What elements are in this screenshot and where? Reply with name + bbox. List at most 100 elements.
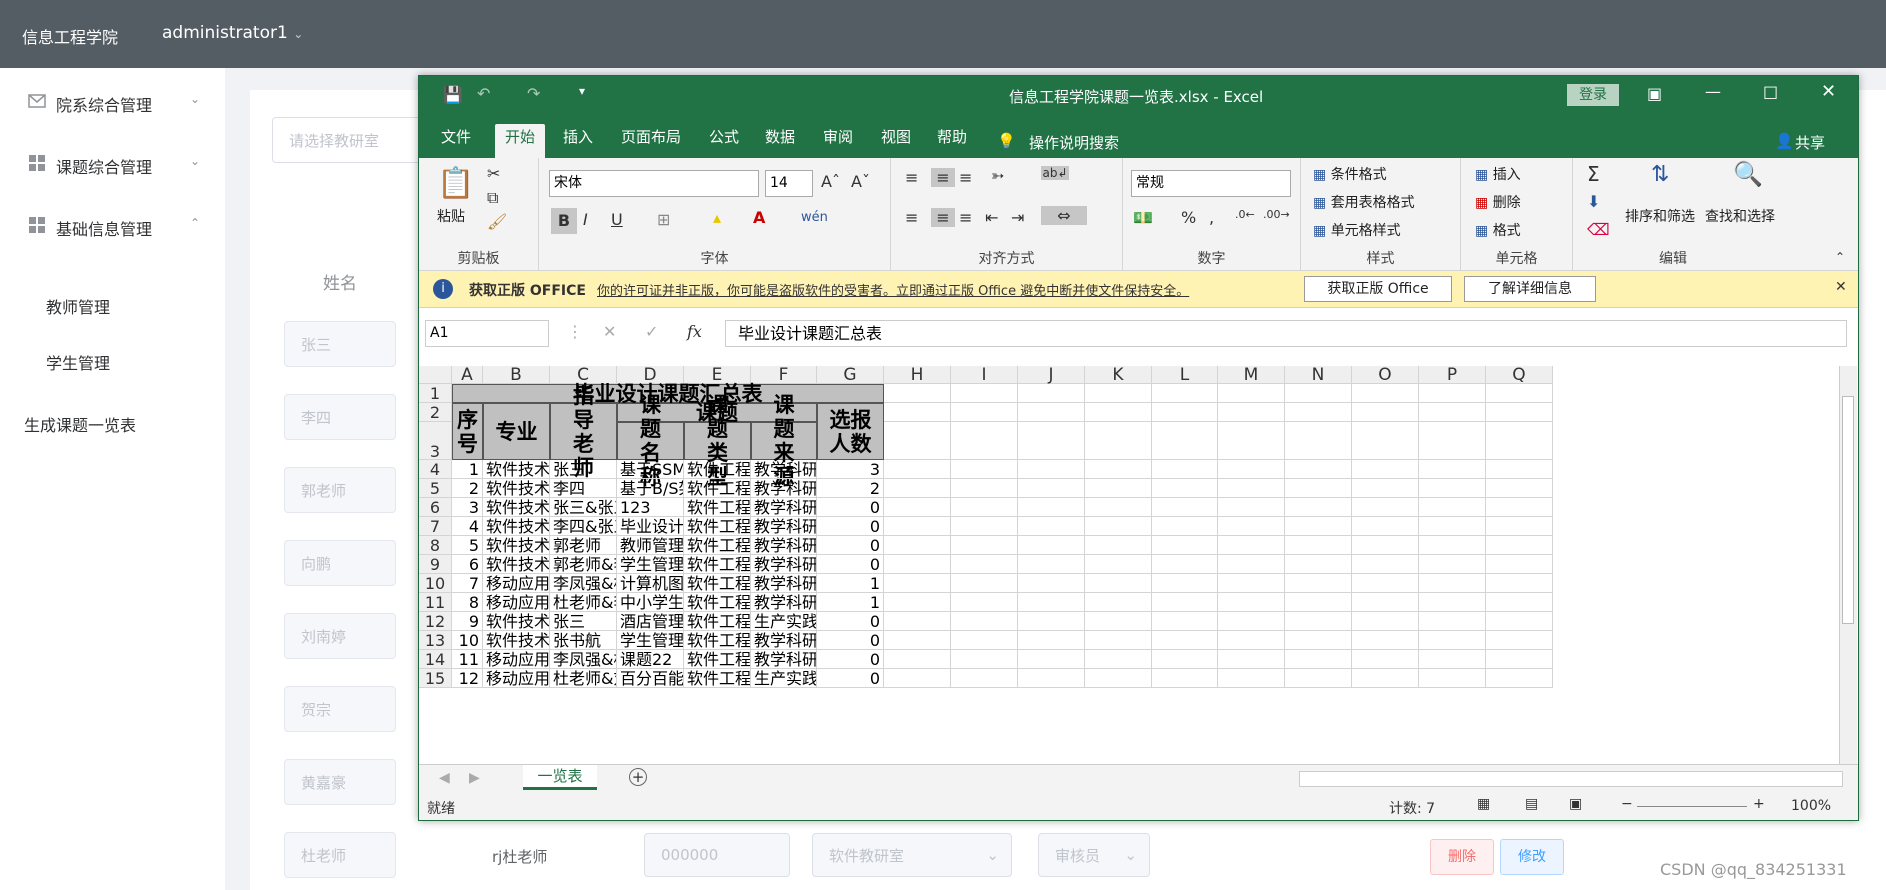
table-cell[interactable]: 百分百能力 <box>617 669 684 688</box>
column-header-L[interactable]: L <box>1152 366 1218 384</box>
row-header-9[interactable]: 9 <box>419 555 452 574</box>
row-header-4[interactable]: 4 <box>419 460 452 479</box>
empty-cell[interactable] <box>951 612 1018 631</box>
decrease-font-icon[interactable]: Aˇ <box>851 172 870 191</box>
role-field[interactable]: 审核员 ⌄ <box>1038 833 1150 877</box>
table-cell[interactable]: 123 <box>617 498 684 517</box>
empty-cell[interactable] <box>951 384 1018 403</box>
table-cell[interactable]: 3 <box>817 460 884 479</box>
vertical-scroll-thumb[interactable] <box>1842 396 1854 624</box>
table-cell[interactable]: 软件技术, <box>483 498 550 517</box>
sidebar-item-generate-list[interactable]: 生成课题一览表 <box>24 412 136 436</box>
empty-cell[interactable] <box>1419 498 1486 517</box>
increase-font-icon[interactable]: Aˆ <box>821 172 840 191</box>
sort-filter-icon[interactable]: ⇅ <box>1651 162 1669 187</box>
empty-cell[interactable] <box>884 517 951 536</box>
empty-cell[interactable] <box>1352 517 1419 536</box>
align-top-icon[interactable]: ≡ <box>905 168 918 187</box>
empty-cell[interactable] <box>1352 650 1419 669</box>
empty-cell[interactable] <box>1486 460 1553 479</box>
empty-cell[interactable] <box>1218 403 1285 422</box>
phone-field[interactable]: 000000 <box>644 833 790 877</box>
empty-cell[interactable] <box>1285 460 1352 479</box>
empty-cell[interactable] <box>1419 574 1486 593</box>
empty-cell[interactable] <box>1419 479 1486 498</box>
empty-cell[interactable] <box>1486 593 1553 612</box>
comma-icon[interactable]: , <box>1209 208 1214 227</box>
empty-cell[interactable] <box>884 669 951 688</box>
table-cell[interactable]: 郭老师&李 <box>550 555 617 574</box>
column-header-G[interactable]: G <box>817 366 884 384</box>
edit-button[interactable]: 修改 <box>1500 839 1564 875</box>
header-topic-source-cell[interactable]: 课题来源 <box>751 393 817 489</box>
column-header-N[interactable]: N <box>1285 366 1352 384</box>
table-cell[interactable]: 8 <box>452 593 483 612</box>
empty-cell[interactable] <box>1285 555 1352 574</box>
row-header-15[interactable]: 15 <box>419 669 452 688</box>
empty-cell[interactable] <box>1085 479 1152 498</box>
empty-cell[interactable] <box>1152 536 1218 555</box>
close-warning-icon[interactable]: ✕ <box>1835 279 1847 295</box>
paste-icon[interactable]: 📋 <box>437 166 474 201</box>
format-painter-icon[interactable]: 🖌 <box>487 212 507 231</box>
empty-cell[interactable] <box>951 555 1018 574</box>
table-cell[interactable]: 软件工程 <box>684 517 751 536</box>
cell-styles-button[interactable]: ▦ 单元格样式 <box>1313 220 1401 240</box>
empty-cell[interactable] <box>951 650 1018 669</box>
learn-more-button[interactable]: 了解详细信息 <box>1464 276 1596 302</box>
table-cell[interactable]: 11 <box>452 650 483 669</box>
header-major-cell[interactable]: 专业 <box>483 403 550 460</box>
empty-cell[interactable] <box>884 612 951 631</box>
next-sheet-icon[interactable]: ▶ <box>469 770 480 786</box>
name-field[interactable]: 贺宗 <box>284 686 396 732</box>
horizontal-scrollbar[interactable] <box>1299 771 1843 787</box>
formula-input[interactable]: 毕业设计课题汇总表 <box>725 320 1847 347</box>
currency-icon[interactable]: 💵 <box>1133 208 1153 227</box>
fill-color-icon[interactable]: ▴ <box>713 208 721 227</box>
empty-cell[interactable] <box>884 498 951 517</box>
empty-cell[interactable] <box>1352 574 1419 593</box>
empty-cell[interactable] <box>884 460 951 479</box>
empty-cell[interactable] <box>1152 403 1218 422</box>
column-header-M[interactable]: M <box>1218 366 1285 384</box>
empty-cell[interactable] <box>1018 422 1085 460</box>
table-cell[interactable]: 李凤强&杜 <box>550 650 617 669</box>
empty-cell[interactable] <box>1018 517 1085 536</box>
empty-cell[interactable] <box>951 593 1018 612</box>
empty-cell[interactable] <box>1085 555 1152 574</box>
align-middle-icon[interactable]: ≡ <box>931 168 955 187</box>
align-left-icon[interactable]: ≡ <box>905 208 918 227</box>
fill-icon[interactable]: ⬇ <box>1587 192 1600 211</box>
empty-cell[interactable] <box>1285 403 1352 422</box>
table-cell[interactable]: 0 <box>817 612 884 631</box>
empty-cell[interactable] <box>884 384 951 403</box>
table-cell[interactable]: 软件工程 <box>684 536 751 555</box>
empty-cell[interactable] <box>1285 612 1352 631</box>
empty-cell[interactable] <box>1486 555 1553 574</box>
empty-cell[interactable] <box>1152 422 1218 460</box>
table-cell[interactable]: 4 <box>452 517 483 536</box>
empty-cell[interactable] <box>884 650 951 669</box>
empty-cell[interactable] <box>1218 574 1285 593</box>
empty-cell[interactable] <box>1285 574 1352 593</box>
empty-cell[interactable] <box>951 631 1018 650</box>
empty-cell[interactable] <box>1486 517 1553 536</box>
name-field[interactable]: 黄嘉豪 <box>284 759 396 805</box>
name-field[interactable]: 张三 <box>284 321 396 367</box>
table-cell[interactable]: 中小学生管 <box>617 593 684 612</box>
table-cell[interactable]: 软件技术, <box>483 517 550 536</box>
empty-cell[interactable] <box>1218 384 1285 403</box>
empty-cell[interactable] <box>1285 536 1352 555</box>
empty-cell[interactable] <box>884 422 951 460</box>
empty-cell[interactable] <box>1152 669 1218 688</box>
empty-cell[interactable] <box>1352 422 1419 460</box>
empty-cell[interactable] <box>1018 650 1085 669</box>
find-icon[interactable]: 🔍 <box>1733 160 1763 188</box>
empty-cell[interactable] <box>1152 555 1218 574</box>
empty-cell[interactable] <box>1085 403 1152 422</box>
empty-cell[interactable] <box>1085 422 1152 460</box>
sidebar-item-teachers[interactable]: 教师管理 <box>46 294 110 318</box>
table-cell[interactable]: 教学科研 <box>751 631 817 650</box>
empty-cell[interactable] <box>1352 669 1419 688</box>
table-cell[interactable]: 教学科研 <box>751 536 817 555</box>
